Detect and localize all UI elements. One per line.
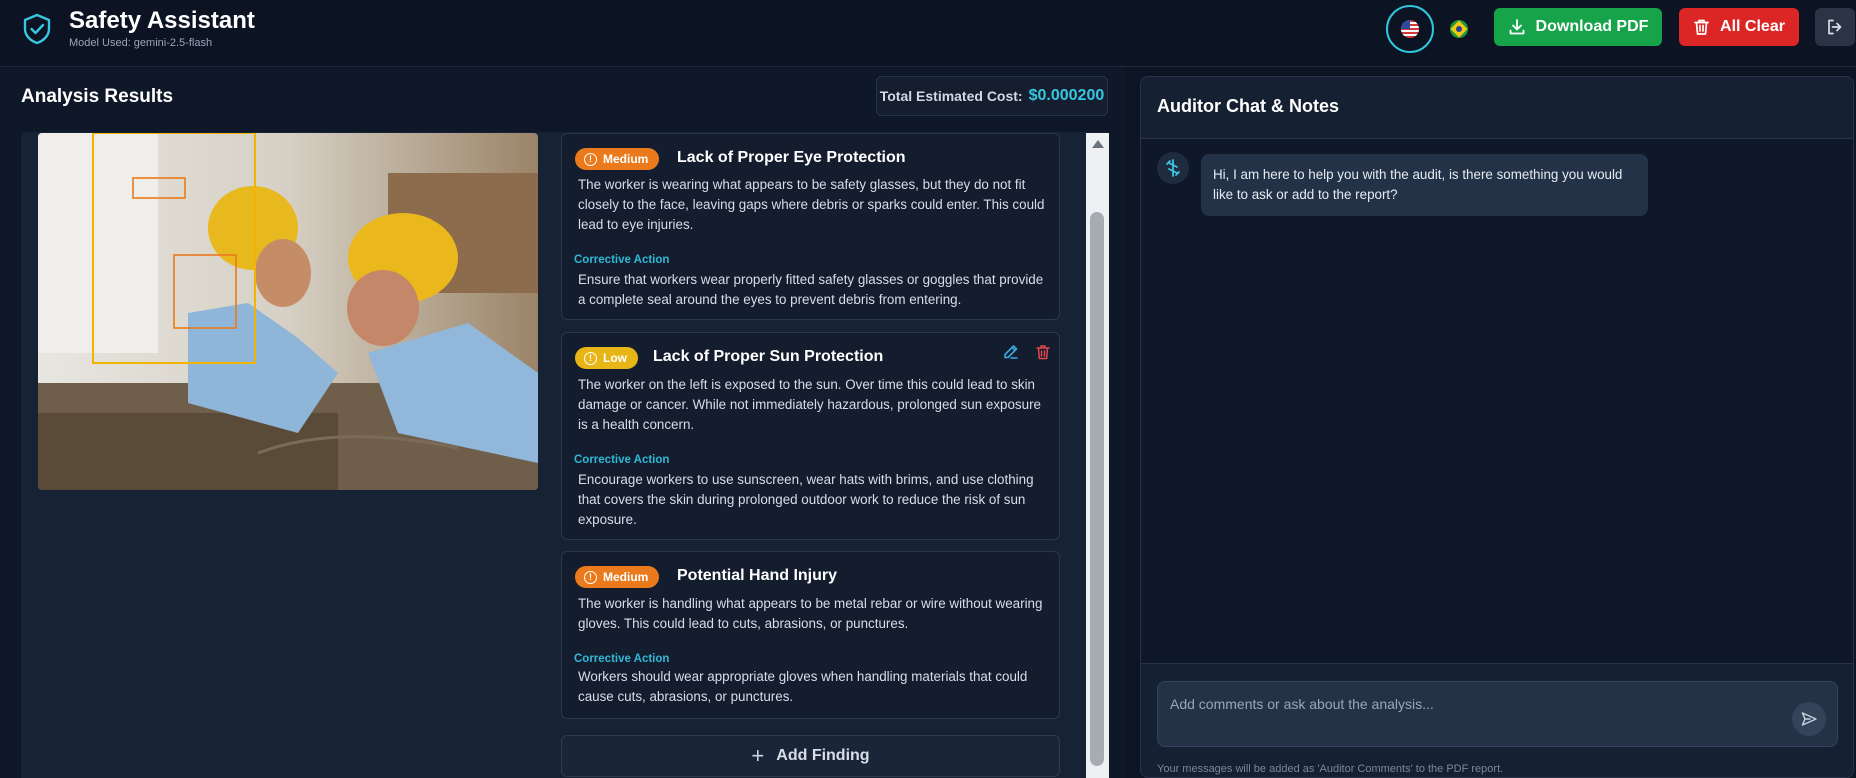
analysis-results-title: Analysis Results [21,86,174,107]
cost-label: Total Estimated Cost: [879,88,1023,104]
all-clear-button[interactable]: All Clear [1679,8,1799,46]
chat-message-bot: Hi, I am here to help you with the audit… [1201,154,1648,216]
model-label: Model Used: gemini-2.5-flash [69,37,213,49]
alert-circle-icon: ! [584,351,597,365]
send-button[interactable] [1792,702,1826,736]
chat-footnote: Your messages will be added as 'Auditor … [1157,763,1504,775]
plus-icon: + [751,743,765,768]
finding-title: Potential Hand Injury [677,567,838,584]
trash-icon [1694,19,1709,35]
download-pdf-label: Download PDF [1535,18,1649,35]
add-finding-label: Add Finding [776,747,870,764]
brazil-flag-icon [1450,20,1468,38]
app-title: Safety Assistant [69,7,255,34]
severity-badge: ! Medium [575,148,660,170]
finding-card[interactable]: ! Medium Lack of Proper Eye Protection T… [561,133,1060,320]
chat-title: Auditor Chat & Notes [1157,96,1339,116]
scroll-up-arrow-icon[interactable] [1092,140,1104,148]
top-bar: Safety Assistant Model Used: gemini-2.5-… [0,0,1856,67]
shield-check-icon [23,13,51,45]
corrective-action-label: Corrective Action [574,454,670,466]
finding-card[interactable]: ! Low Lack of Proper Sun Protection The … [561,332,1060,540]
corrective-action-text: Workers should wear appropriate gloves w… [578,669,1028,704]
bot-icon [1166,159,1180,177]
language-pt-br-button[interactable] [1446,16,1472,42]
total-cost-box: Total Estimated Cost: $0.000200 [876,76,1108,116]
trash-icon[interactable] [1034,343,1052,361]
cost-value: $0.000200 [1028,87,1105,104]
chat-input[interactable]: Add comments or ask about the analysis..… [1157,681,1838,747]
avatar [1157,152,1189,184]
logout-icon [1828,19,1842,35]
divider [1141,663,1853,664]
finding-description: The worker on the left is exposed to the… [578,377,1041,432]
corrective-action-text: Encourage workers to use sunscreen, wear… [578,472,1034,527]
add-finding-button[interactable]: + Add Finding [561,735,1060,777]
corrective-action-label: Corrective Action [574,254,670,266]
scrollbar-thumb[interactable] [1090,212,1104,766]
download-icon [1509,19,1524,35]
finding-title: Lack of Proper Eye Protection [677,149,906,166]
corrective-action-text: Ensure that workers wear properly fitted… [578,272,1044,307]
us-flag-icon [1401,20,1419,38]
edit-icon[interactable] [1002,343,1020,361]
finding-title: Lack of Proper Sun Protection [653,348,884,365]
corrective-action-label: Corrective Action [574,653,670,665]
alert-circle-icon: ! [584,152,597,166]
finding-description: The worker is handling what appears to b… [578,596,1043,631]
finding-description: The worker is wearing what appears to be… [578,177,1045,232]
severity-badge: ! Medium [575,566,660,588]
analyzed-photo [38,133,538,490]
chat-messages[interactable] [1141,139,1853,663]
severity-badge: ! Low [575,347,638,369]
finding-card[interactable]: ! Medium Potential Hand Injury The worke… [561,551,1060,719]
all-clear-label: All Clear [1720,18,1785,35]
logout-button[interactable] [1815,8,1855,46]
alert-circle-icon: ! [584,570,597,584]
language-en-us-button[interactable] [1386,5,1434,53]
send-icon [1801,712,1817,726]
download-pdf-button[interactable]: Download PDF [1494,8,1662,46]
